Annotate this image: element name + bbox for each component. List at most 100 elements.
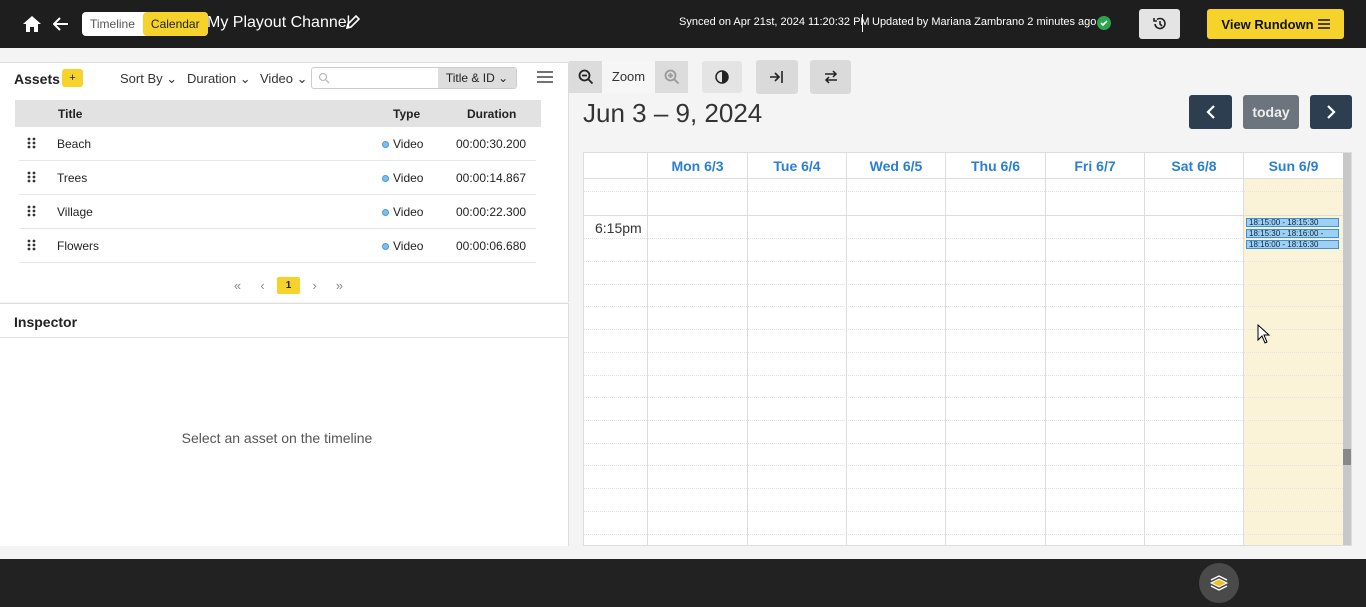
contrast-button[interactable] — [702, 61, 742, 93]
calendar-event[interactable]: 18:16:00 - 18:16:30 — [1246, 240, 1339, 249]
slot-line — [584, 261, 1343, 262]
view-rundown-button[interactable]: View Rundown — [1207, 9, 1344, 39]
pagination: « ‹ 1 › » — [225, 276, 352, 294]
divider — [0, 337, 568, 338]
sync-info: Synced on Apr 21st, 2024 11:20:32 PM — [679, 16, 870, 28]
day-column[interactable] — [1144, 179, 1243, 545]
history-button[interactable] — [1139, 9, 1180, 39]
chevron-down-icon: ⌄ — [166, 71, 178, 86]
time-label: 6:15pm — [595, 220, 642, 236]
home-icon[interactable] — [20, 12, 44, 36]
time-gutter-border — [647, 179, 648, 545]
asset-type: Video — [382, 239, 423, 253]
zoom-out-icon[interactable] — [569, 61, 602, 93]
asset-duration: 00:00:22.300 — [456, 205, 527, 219]
calendar-toggle[interactable]: Calendar — [142, 12, 208, 36]
sort-by-dropdown[interactable]: Sort By ⌄ — [120, 71, 177, 87]
day-header-mon[interactable]: Mon 6/3 — [647, 153, 747, 179]
type-dropdown[interactable]: Video ⌄ — [260, 71, 308, 87]
day-column[interactable] — [945, 179, 1045, 545]
calendar-event[interactable]: 18:15:00 - 18:15:30 — [1246, 218, 1339, 227]
asset-duration: 00:00:06.680 — [456, 239, 527, 253]
table-row[interactable]: Village Video 00:00:22.300 — [19, 195, 536, 229]
history-icon — [1152, 17, 1166, 30]
day-column[interactable] — [846, 179, 945, 545]
slot-line — [584, 238, 1343, 239]
add-asset-button[interactable]: + — [62, 69, 83, 87]
table-row[interactable]: Trees Video 00:00:14.867 — [19, 161, 536, 195]
asset-title: Village — [57, 205, 93, 219]
last-page-icon[interactable]: » — [327, 278, 352, 293]
channel-title: My Playout Channel — [207, 14, 351, 31]
drag-handle-icon[interactable] — [27, 137, 37, 149]
column-title[interactable]: Title — [58, 107, 82, 121]
slot-line — [584, 397, 1343, 398]
day-header-sat[interactable]: Sat 6/8 — [1144, 153, 1243, 179]
inspector-title: Inspector — [14, 314, 78, 330]
view-toggle: Timeline Calendar — [82, 12, 208, 36]
search-icon — [318, 72, 330, 84]
prev-page-icon[interactable]: ‹ — [250, 278, 275, 293]
day-column[interactable] — [1045, 179, 1144, 545]
table-row[interactable]: Beach Video 00:00:30.200 — [19, 127, 536, 161]
scrollbar[interactable] — [1343, 153, 1351, 545]
pencil-icon[interactable] — [345, 14, 363, 32]
search-scope-dropdown[interactable]: Title & ID ⌄ — [438, 68, 516, 88]
day-column[interactable] — [647, 179, 747, 545]
type-label: Video — [260, 71, 294, 86]
next-week-button[interactable] — [1310, 95, 1352, 129]
slot-line — [584, 191, 1343, 192]
calendar-body: 6:15pm 18:15:00 - 18:15:30 18:15:30 - 18… — [584, 179, 1343, 545]
next-page-icon[interactable]: › — [302, 278, 327, 293]
layers-icon[interactable] — [1199, 563, 1239, 603]
chevron-right-icon — [1327, 105, 1336, 119]
swap-button[interactable] — [810, 60, 851, 94]
goto-now-button[interactable] — [756, 60, 798, 94]
video-type-dot — [382, 209, 389, 217]
chevron-down-icon: ⌄ — [296, 71, 308, 86]
duration-dropdown[interactable]: Duration ⌄ — [187, 71, 251, 87]
login-arrow-icon — [770, 71, 783, 83]
slot-line — [584, 284, 1343, 285]
day-header-thu[interactable]: Thu 6/6 — [945, 153, 1045, 179]
calendar-header: Mon 6/3 Tue 6/4 Wed 6/5 Thu 6/6 Fri 6/7 … — [584, 153, 1351, 179]
slot-line — [584, 465, 1343, 466]
assets-panel: Assets + Sort By ⌄ Duration ⌄ Video ⌄ Ti… — [0, 62, 569, 302]
day-header-sun[interactable]: Sun 6/9 — [1243, 153, 1343, 179]
arrow-left-icon[interactable] — [49, 12, 73, 36]
slot-line — [584, 420, 1343, 421]
inspector-empty-text: Select an asset on the timeline — [181, 430, 373, 446]
day-header-fri[interactable]: Fri 6/7 — [1045, 153, 1144, 179]
prev-week-button[interactable] — [1189, 95, 1232, 129]
slot-line — [584, 443, 1343, 444]
update-info: Updated by Mariana Zambrano 2 minutes ag… — [872, 16, 1097, 28]
check-circle-icon — [1097, 16, 1111, 30]
timeline-toggle[interactable]: Timeline — [82, 12, 143, 36]
calendar-event[interactable]: 18:15:30 - 18:16:00 - — [1246, 229, 1339, 238]
hamburger-menu-icon[interactable] — [537, 70, 555, 86]
drag-handle-icon[interactable] — [27, 171, 37, 183]
drag-handle-icon[interactable] — [27, 239, 37, 251]
zoom-in-icon[interactable] — [655, 61, 688, 93]
day-column[interactable] — [747, 179, 846, 545]
asset-title: Trees — [57, 171, 88, 185]
video-type-dot — [382, 141, 389, 149]
page-current[interactable]: 1 — [277, 276, 300, 294]
scrollbar-thumb[interactable] — [1343, 449, 1351, 465]
assets-title: Assets — [14, 71, 60, 87]
first-page-icon[interactable]: « — [225, 278, 250, 293]
column-duration[interactable]: Duration — [467, 107, 516, 121]
table-row[interactable]: Flowers Video 00:00:06.680 — [19, 229, 536, 263]
column-type[interactable]: Type — [393, 107, 420, 121]
asset-duration: 00:00:14.867 — [456, 171, 527, 185]
video-type-dot — [382, 175, 389, 183]
today-button[interactable]: today — [1243, 95, 1299, 129]
day-header-tue[interactable]: Tue 6/4 — [747, 153, 846, 179]
drag-handle-icon[interactable] — [27, 205, 37, 217]
search-input[interactable] — [334, 68, 440, 88]
chevron-down-icon: ⌄ — [239, 71, 251, 86]
video-type-dot — [382, 243, 389, 251]
day-header-wed[interactable]: Wed 6/5 — [846, 153, 945, 179]
asset-title: Flowers — [57, 239, 100, 253]
zoom-controls: Zoom — [569, 61, 688, 93]
